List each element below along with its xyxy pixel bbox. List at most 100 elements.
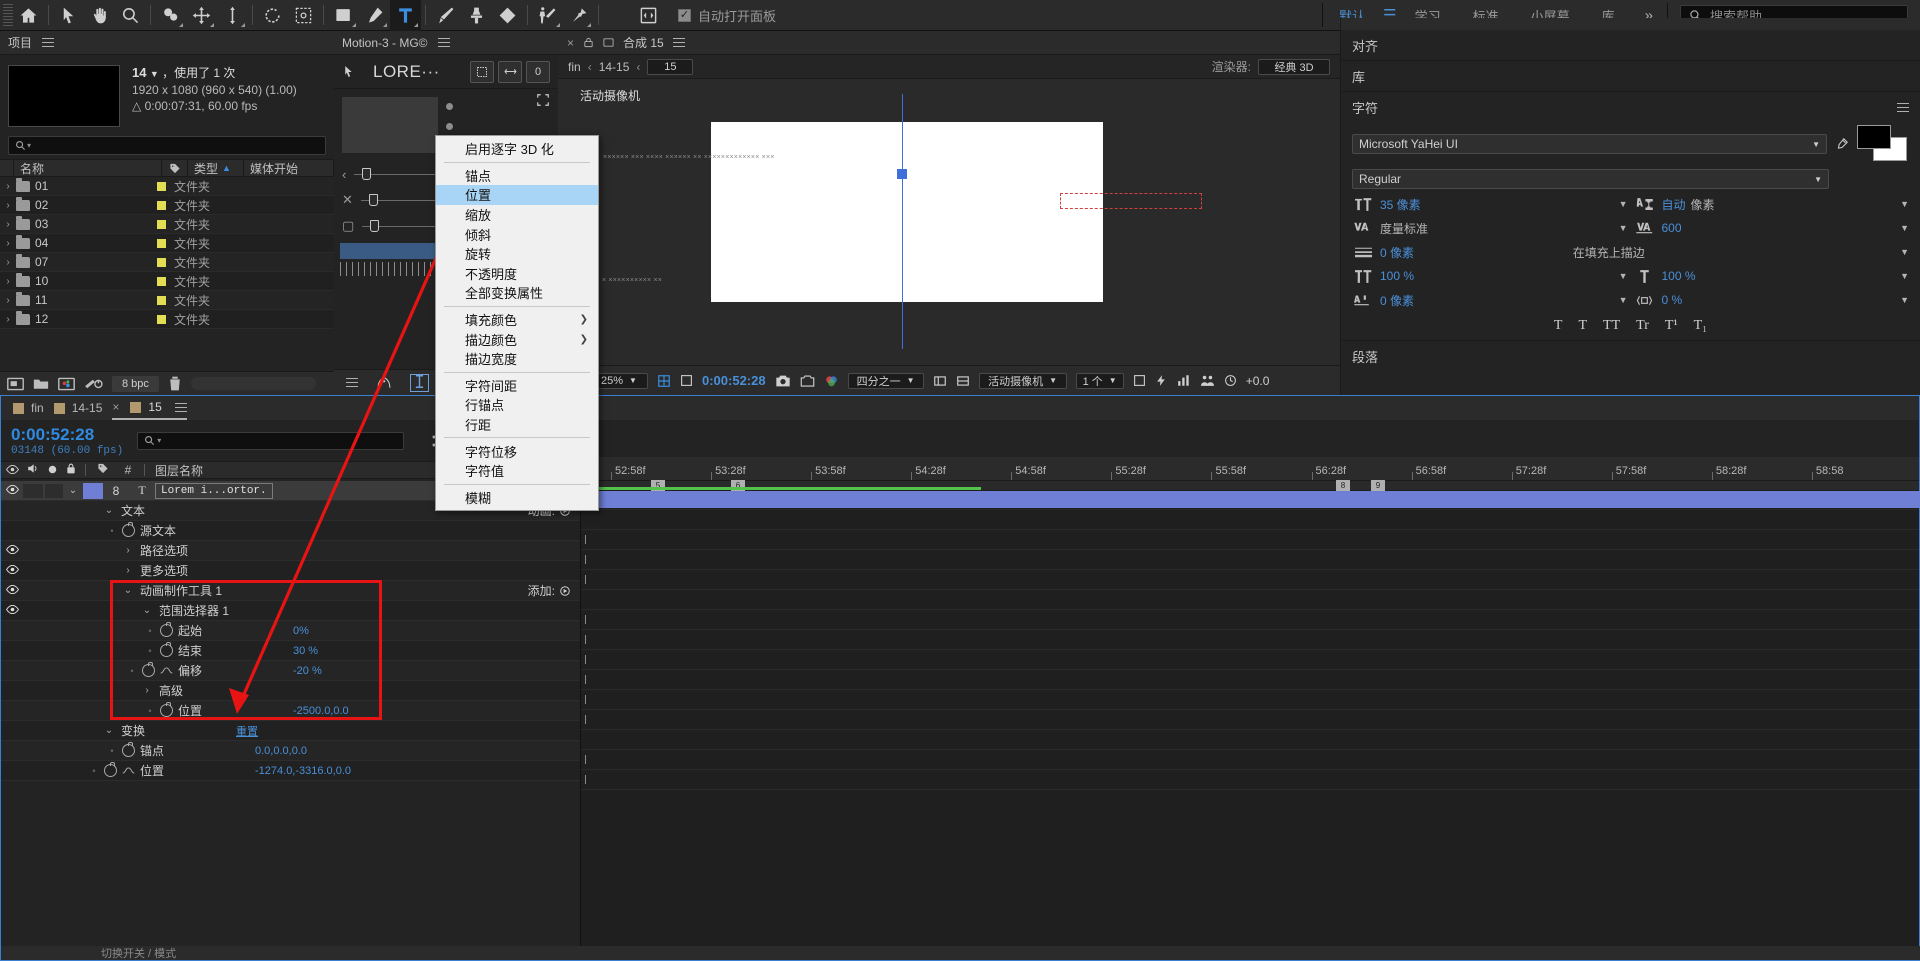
checkbox-icon[interactable]: ✓ <box>678 8 691 22</box>
chevron-down-icon[interactable]: ▼ <box>1900 247 1909 257</box>
property-keyframe-lane[interactable] <box>581 610 1919 630</box>
stopwatch-icon[interactable] <box>160 622 173 637</box>
disclosure-triangle-icon[interactable]: › <box>0 314 16 325</box>
motion-zero-button[interactable]: 0 <box>526 60 550 83</box>
exposure-value[interactable]: +0.0 <box>1246 374 1270 388</box>
disclosure-triangle-icon[interactable]: › <box>0 295 16 306</box>
property-visibility-toggle[interactable] <box>1 544 23 557</box>
menu-item[interactable]: 字符位移 <box>436 441 598 461</box>
leading-field[interactable]: 自动 像素 ▼ <box>1662 196 1910 213</box>
motion-align-button[interactable] <box>470 60 494 83</box>
all-caps-button[interactable]: TT <box>1603 318 1620 334</box>
tsume-field[interactable]: 0 % ▼ <box>1662 293 1910 307</box>
horizontal-scale-field[interactable]: 100 % ▼ <box>1662 269 1910 283</box>
close-icon[interactable]: × <box>112 400 119 414</box>
chevron-down-icon[interactable]: ▼ <box>1900 199 1909 209</box>
chevron-down-icon[interactable]: ▼ <box>1900 271 1909 281</box>
show-snapshot-icon[interactable] <box>800 374 815 388</box>
layer-solo-cell[interactable] <box>45 483 63 498</box>
property-keyframe-lane[interactable] <box>581 510 1919 530</box>
resolution-select[interactable]: 四分之一 ▼ <box>847 372 924 389</box>
menu-item[interactable]: 全部变换属性 <box>436 283 598 303</box>
auto-open-panel-toggle[interactable]: ✓ 自动打开面板 <box>678 6 776 25</box>
property-row[interactable]: › 路径选项 <box>1 541 580 561</box>
stopwatch-icon[interactable] <box>104 762 117 777</box>
property-row[interactable]: › 高级 <box>1 681 580 701</box>
snapshot-icon[interactable] <box>775 374 791 388</box>
view-select[interactable]: 活动摄像机 ▼ <box>978 372 1067 389</box>
project-panel-menu-icon[interactable] <box>42 38 55 47</box>
property-row[interactable]: • 位置 -1274.0,-3316.0,0.0 <box>1 761 580 781</box>
eraser-tool-icon[interactable] <box>492 0 523 31</box>
square-icon[interactable]: ▢ <box>342 218 354 234</box>
disclosure-triangle-icon[interactable]: › <box>0 219 16 230</box>
composition-tab-label[interactable]: 合成 15 <box>623 34 664 51</box>
disclosure-triangle-icon[interactable]: › <box>121 545 135 556</box>
layer-label-color[interactable] <box>83 482 103 499</box>
property-row[interactable]: • 偏移 -20 % <box>1 661 580 681</box>
transparency-grid-icon[interactable] <box>956 374 970 388</box>
slider-knob-icon[interactable] <box>370 219 380 232</box>
menu-item[interactable]: 模糊 <box>436 488 598 508</box>
selection-tool-icon[interactable] <box>53 0 84 31</box>
pixel-aspect-icon[interactable] <box>1133 374 1146 387</box>
timeline-search-input[interactable]: ▾ <box>137 431 405 450</box>
menu-item[interactable]: 启用逐字 3D 化 <box>436 139 598 159</box>
project-row[interactable]: › 02 文件夹 <box>0 196 334 215</box>
property-keyframe-lane[interactable] <box>581 550 1919 570</box>
property-value[interactable]: 0.0,0.0,0.0 <box>255 745 345 757</box>
composition-panel-menu-icon[interactable] <box>672 38 685 47</box>
brush-tool-icon[interactable] <box>430 0 461 31</box>
timeline-current-time[interactable]: 0:00:52:28 <box>11 425 123 445</box>
selection-tool-icon[interactable] <box>342 64 355 79</box>
label-color-swatch[interactable] <box>156 200 166 210</box>
stroke-mode-field[interactable]: 在填充上描边 ▼ <box>1573 244 1909 261</box>
disclosure-triangle-icon[interactable]: › <box>0 276 16 287</box>
hand-tool-icon[interactable] <box>84 0 115 31</box>
timeline-panel-menu-icon[interactable] <box>174 402 187 412</box>
pen-tool-icon[interactable] <box>359 0 390 31</box>
menu-item[interactable]: 行距 <box>436 415 598 435</box>
label-color-swatch[interactable] <box>156 181 166 191</box>
channels-icon[interactable] <box>824 374 839 388</box>
dot-icon[interactable] <box>446 123 453 130</box>
panel-toggle-icon[interactable] <box>633 0 664 31</box>
stroke-width-field[interactable]: 0 像素 <box>1380 244 1567 261</box>
disclosure-triangle-icon[interactable]: › <box>0 238 16 249</box>
new-folder-icon[interactable] <box>33 377 49 390</box>
reset-exposure-icon[interactable] <box>1224 374 1237 387</box>
property-value[interactable]: -1274.0,-3316.0,0.0 <box>255 765 351 777</box>
property-keyframe-lane[interactable] <box>581 730 1919 750</box>
project-settings-icon[interactable] <box>58 377 75 391</box>
text-tool-icon[interactable] <box>390 0 421 31</box>
character-panel-menu-icon[interactable] <box>1897 102 1909 112</box>
delete-icon[interactable] <box>168 376 182 391</box>
menu-item[interactable]: 字符值 <box>436 461 598 481</box>
home-icon[interactable] <box>13 0 44 31</box>
lock-icon[interactable] <box>583 37 594 48</box>
label-color-swatch[interactable] <box>156 314 166 324</box>
text-cursor-icon[interactable] <box>410 373 429 392</box>
property-extra-action[interactable]: 添加: <box>528 582 580 599</box>
disclosure-triangle-icon[interactable]: › <box>0 200 16 211</box>
chevron-down-icon[interactable]: ▼ <box>1900 295 1909 305</box>
lock-toggle-icon[interactable] <box>61 463 81 477</box>
faux-italic-button[interactable]: T <box>1578 318 1587 334</box>
motion-footer-menu-icon[interactable] <box>346 378 358 387</box>
grid-guides-icon[interactable] <box>657 374 671 388</box>
layer-duration-bar[interactable] <box>581 491 1920 508</box>
subscript-button[interactable]: T₁ <box>1694 318 1707 334</box>
eyedropper-icon[interactable] <box>1833 135 1851 153</box>
guides-icon[interactable] <box>1200 374 1215 387</box>
roto-brush-tool-icon[interactable] <box>532 0 563 31</box>
faux-bold-button[interactable]: T <box>1554 318 1563 334</box>
timeline-marker-lane[interactable]: 5689 <box>581 480 1919 491</box>
timeline-tab-15[interactable]: × 15 <box>112 396 187 420</box>
property-row[interactable]: • 锚点 0.0,0.0,0.0 <box>1 741 580 761</box>
stopwatch-icon[interactable] <box>142 662 155 677</box>
motion-panel-menu-icon[interactable] <box>437 38 450 47</box>
disclosure-triangle-icon[interactable]: ⌄ <box>102 505 116 516</box>
chevron-down-icon[interactable]: ▼ <box>1619 295 1628 305</box>
property-keyframe-lane[interactable] <box>581 630 1919 650</box>
property-row[interactable]: ⌄ 动画制作工具 1 添加: <box>1 581 580 601</box>
